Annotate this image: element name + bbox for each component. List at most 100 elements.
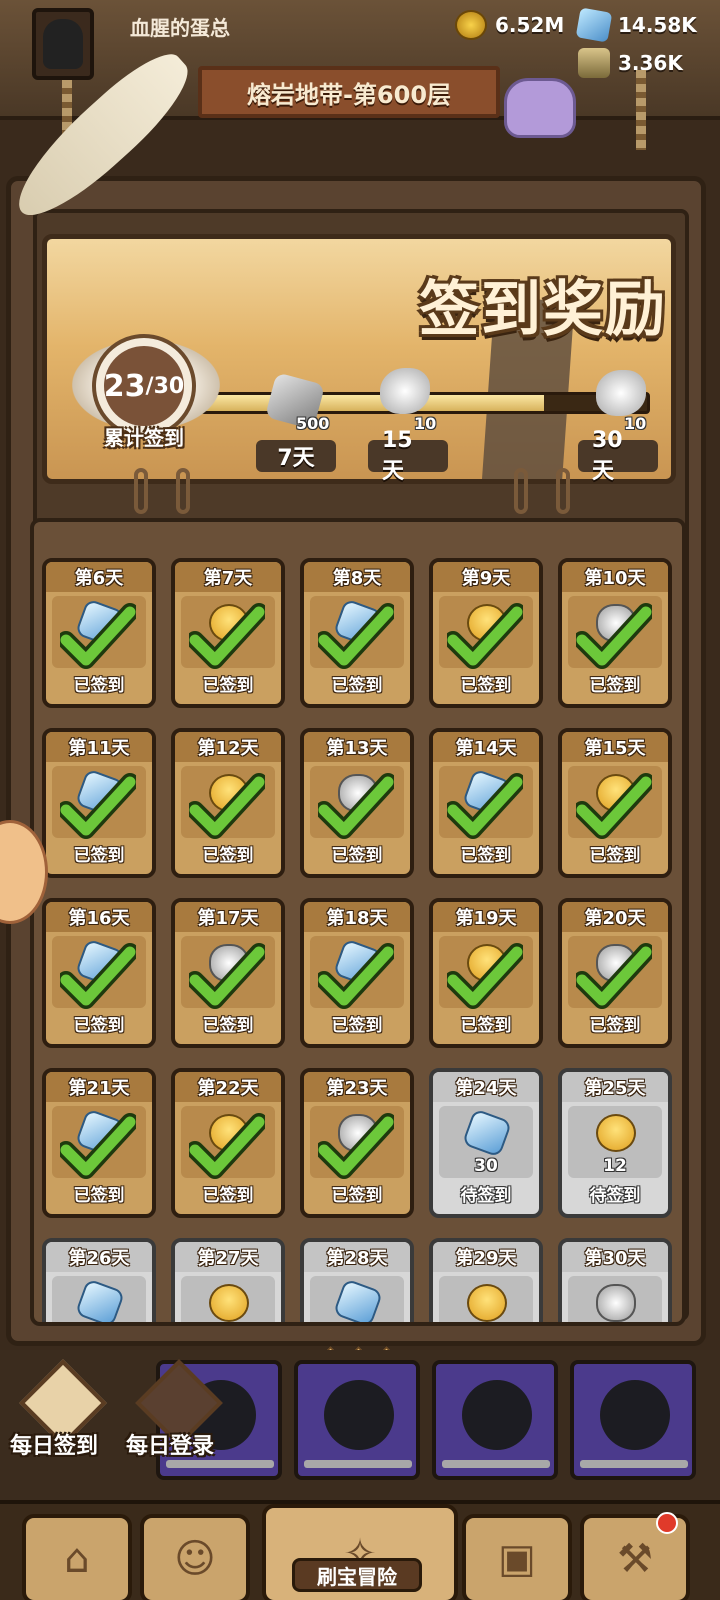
checkmark-icon — [60, 943, 136, 1009]
day-card[interactable]: 第11天 已签到 — [42, 728, 156, 878]
hero-nav-button[interactable]: ☺ — [140, 1514, 250, 1600]
day-card[interactable]: 第24天 30 待签到 — [429, 1068, 543, 1218]
day-label: 第7天 — [175, 562, 281, 592]
checkmark-icon — [318, 1113, 394, 1179]
day-card[interactable]: 第13天已签到 — [300, 728, 414, 878]
hero-card[interactable] — [294, 1360, 420, 1480]
day-card[interactable]: 第28天 — [300, 1238, 414, 1322]
day-label: 第14天 — [433, 732, 539, 762]
day-card[interactable]: 第12天 已签到 — [171, 728, 285, 878]
day-label: 第24天 — [433, 1072, 539, 1102]
reward-qty: 30 — [474, 1156, 498, 1176]
day-card[interactable]: 第15天 已签到 — [558, 728, 672, 878]
hero-card[interactable] — [432, 1360, 558, 1480]
signin-count-total: /30 — [145, 373, 185, 399]
shop-icon: ⌂ — [64, 1536, 90, 1582]
day-card[interactable]: 第30天 — [558, 1238, 672, 1322]
signin-day-grid: 第6天 已签到 第7天 已签到 第8天 已签到 第9天 已签到 第10天 已签到 第11天 已签到 第1… — [30, 518, 686, 1326]
day-reward: 30 — [439, 1106, 533, 1178]
day-reward — [52, 1276, 146, 1322]
day-reward — [439, 1276, 533, 1322]
day-status: 已签到 — [589, 1016, 641, 1036]
day-card[interactable]: 第19天已签到 — [429, 898, 543, 1048]
day-card[interactable]: 第9天 已签到 — [429, 558, 543, 708]
day-card[interactable]: 第10天 已签到 — [558, 558, 672, 708]
checkmark-icon — [189, 1113, 265, 1179]
day-status: 已签到 — [331, 846, 383, 866]
day-status: 已签到 — [73, 1186, 125, 1206]
signin-title: 签到奖励 — [419, 275, 667, 345]
gem-resource[interactable]: 14.58K — [575, 7, 697, 43]
signin-progress-fill — [203, 395, 544, 411]
coin-icon — [455, 10, 487, 40]
day-label: 第21天 — [46, 1072, 152, 1102]
checkmark-icon — [447, 943, 523, 1009]
jar-amount: 3.36K — [618, 51, 683, 75]
day-reward — [181, 1276, 275, 1322]
day-label: 第17天 — [175, 902, 281, 932]
day-card[interactable]: 第17天 已签到 — [171, 898, 285, 1048]
day-status: 已签到 — [202, 676, 254, 696]
silver-icon — [596, 1284, 636, 1322]
day-card[interactable]: 第18天已签到 — [300, 898, 414, 1048]
day-card[interactable]: 第26天 — [42, 1238, 156, 1322]
day-label: 第30天 — [562, 1242, 668, 1272]
checkmark-icon — [318, 603, 394, 669]
day-status: 已签到 — [460, 1016, 512, 1036]
gem-icon — [74, 1278, 126, 1322]
day-card[interactable]: 第6天 已签到 — [42, 558, 156, 708]
day-label: 第11天 — [46, 732, 152, 762]
day-status: 已签到 — [331, 1016, 383, 1036]
day-card[interactable]: 第16天 已签到 — [42, 898, 156, 1048]
day-status: 已签到 — [202, 846, 254, 866]
checkmark-icon — [576, 943, 652, 1009]
day-card[interactable]: 第20天 已签到 — [558, 898, 672, 1048]
shop-nav-button[interactable]: ⌂ — [22, 1514, 132, 1600]
gem-icon — [461, 1108, 513, 1158]
milestone-day: 7天 — [256, 440, 336, 472]
adventure-nav-label[interactable]: 刷宝冒险 — [292, 1558, 422, 1592]
day-status: 待签到 — [460, 1186, 512, 1206]
day-status: 已签到 — [73, 676, 125, 696]
day-card[interactable]: 第22天 已签到 — [171, 1068, 285, 1218]
daily-signin-button[interactable]: 每日签到 — [10, 1359, 120, 1478]
coin-resource[interactable]: 6.52M — [455, 8, 564, 42]
hero-icon — [209, 1284, 249, 1322]
binder-ring — [176, 468, 190, 514]
day-card[interactable]: 第27天 — [171, 1238, 285, 1322]
day-card[interactable]: 第25天 12 待签到 — [558, 1068, 672, 1218]
hero-portrait-icon: ☺ — [174, 1536, 216, 1582]
daily-login-button[interactable]: 每日登录 — [126, 1359, 236, 1478]
day-card[interactable]: 第23天 已签到 — [300, 1068, 414, 1218]
day-card[interactable]: 第7天已签到 — [171, 558, 285, 708]
milestone-day: 15天 — [368, 428, 448, 484]
stage-title[interactable]: 熔岩地带-第600层 — [198, 66, 500, 118]
player-name: 血腥的蛋总 — [130, 16, 230, 40]
checkmark-icon — [447, 603, 523, 669]
day-label: 第15天 — [562, 732, 668, 762]
checkmark-icon — [60, 1113, 136, 1179]
day-card[interactable]: 第14天 已签到 — [429, 728, 543, 878]
day-label: 第18天 — [304, 902, 410, 932]
day-card[interactable]: 第8天 已签到 — [300, 558, 414, 708]
hero-icon — [596, 1114, 636, 1152]
day-card[interactable]: 第21天已签到 — [42, 1068, 156, 1218]
day-card[interactable]: 第29天 — [429, 1238, 543, 1322]
day-label: 第13天 — [304, 732, 410, 762]
day-label: 第27天 — [175, 1242, 281, 1272]
day-label: 第25天 — [562, 1072, 668, 1102]
milestone-day: 30天 — [578, 428, 658, 484]
helmet-icon — [43, 19, 83, 69]
notification-dot — [656, 1512, 678, 1534]
day-label: 第19天 — [433, 902, 539, 932]
day-label: 第8天 — [304, 562, 410, 592]
player-avatar[interactable] — [32, 8, 94, 80]
hero-card[interactable] — [570, 1360, 696, 1480]
hero-icon — [467, 1284, 507, 1322]
daily-login-label: 每日登录 — [126, 1434, 215, 1459]
cat-mascot-icon[interactable] — [504, 78, 576, 138]
jar-resource[interactable]: 3.36K — [578, 46, 683, 80]
day-label: 第16天 — [46, 902, 152, 932]
day-label: 第22天 — [175, 1072, 281, 1102]
bag-nav-button[interactable]: ▣ — [462, 1514, 572, 1600]
